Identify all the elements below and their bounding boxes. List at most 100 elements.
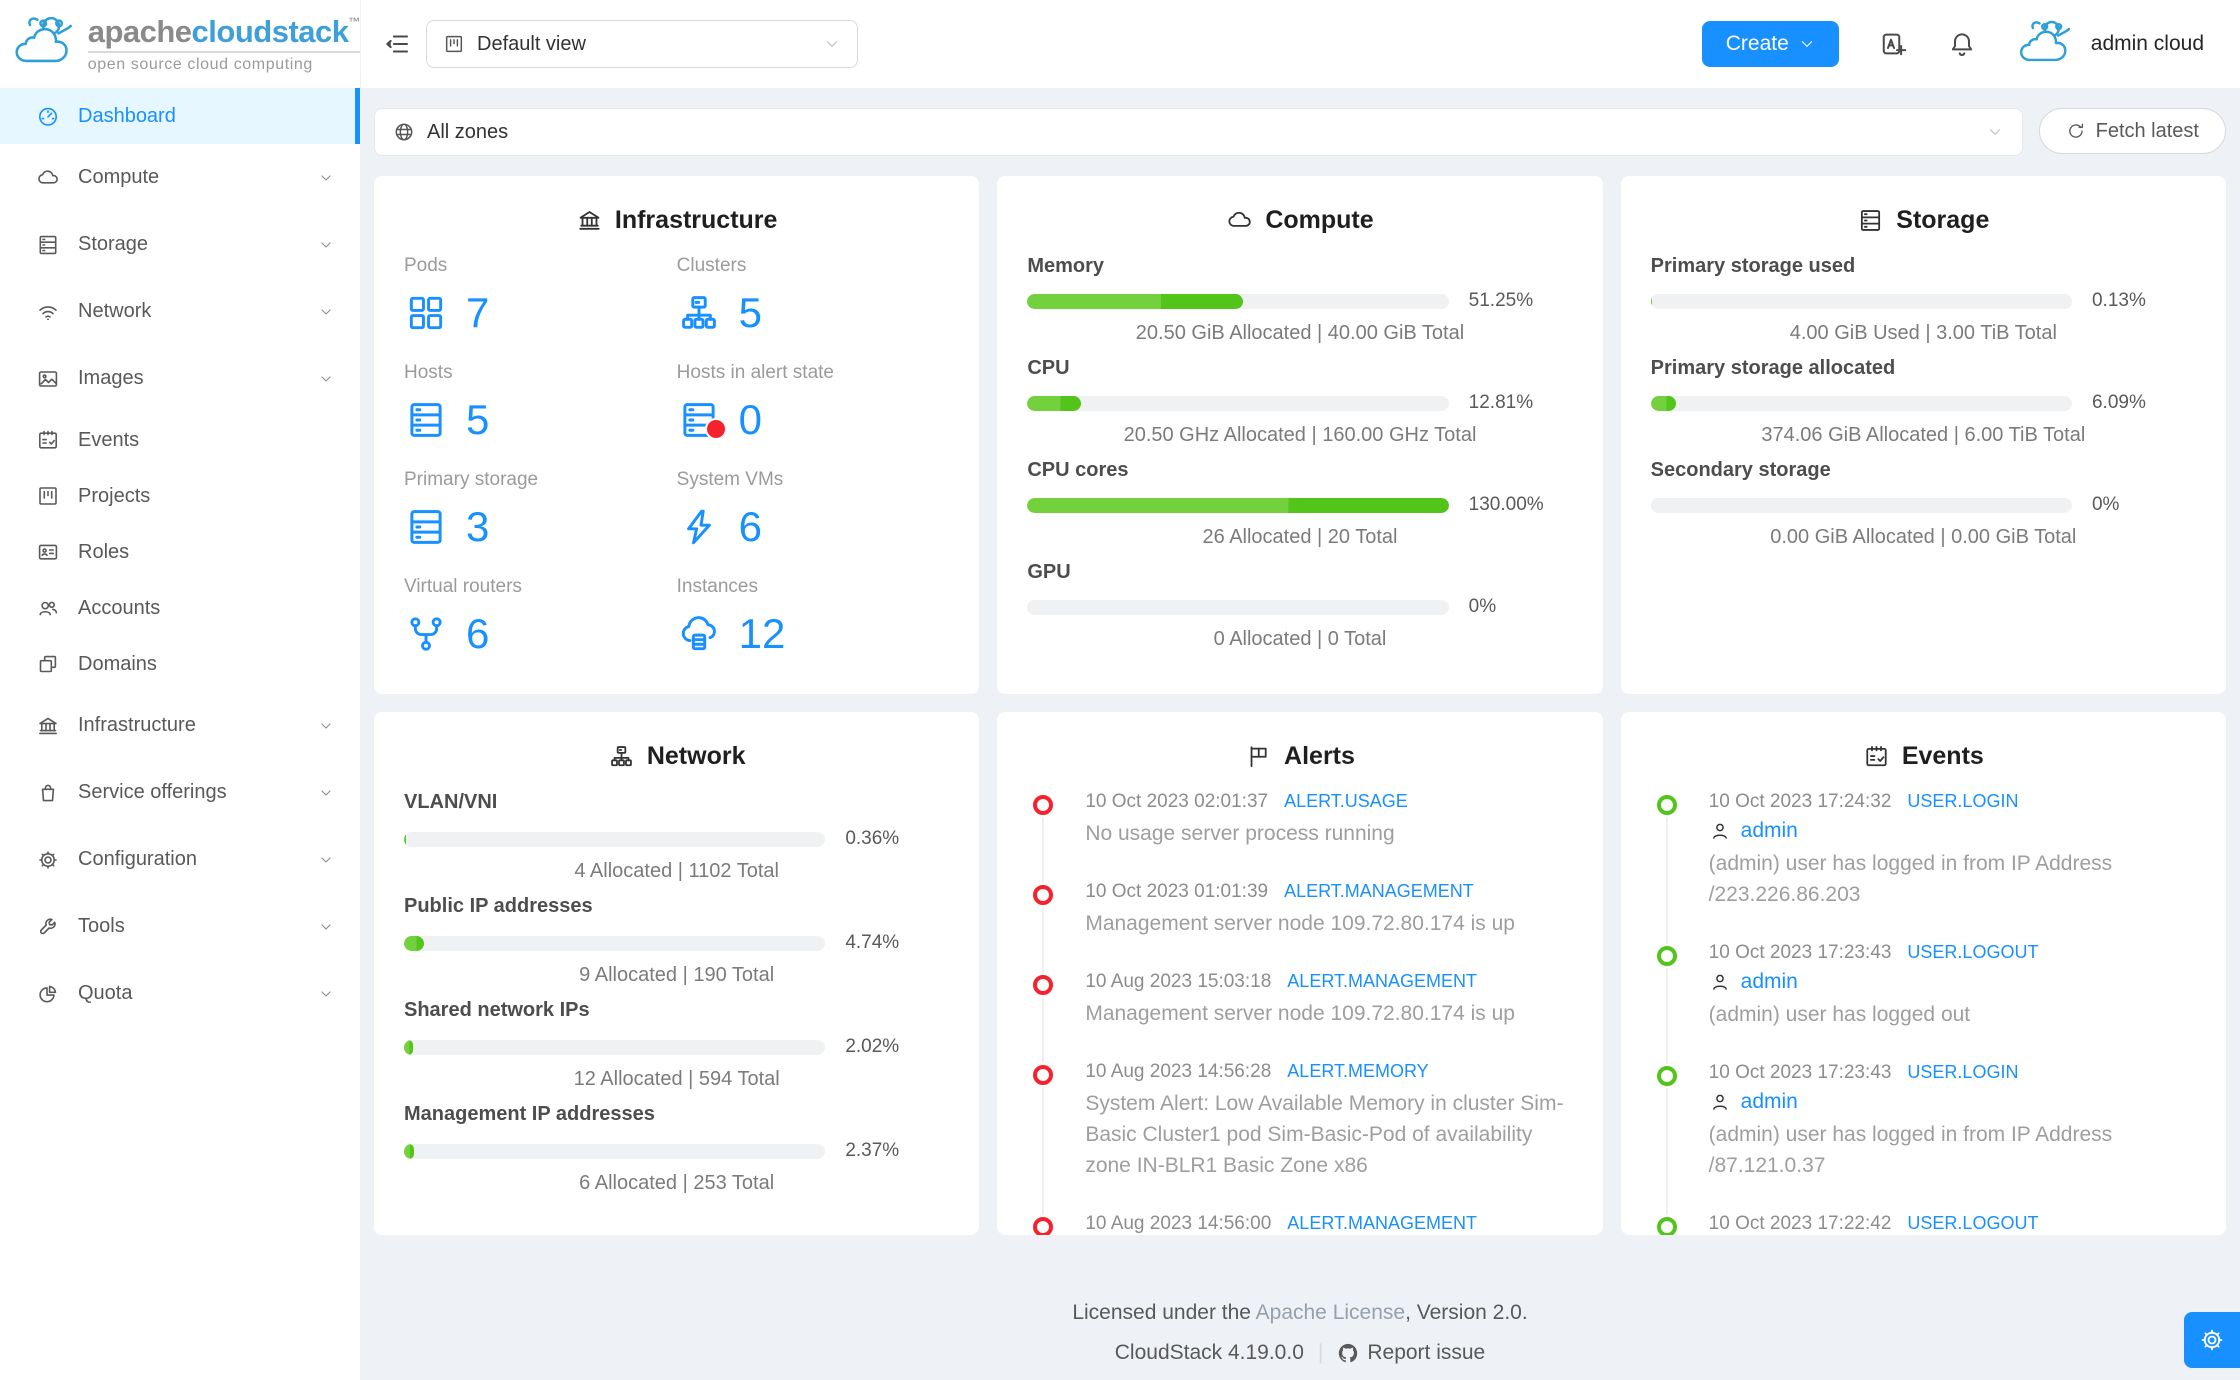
event-dot-icon xyxy=(1656,1217,1677,1235)
alert-type-link[interactable]: ALERT.MANAGEMENT xyxy=(1287,971,1477,991)
sidebar-item-label: Storage xyxy=(78,233,149,255)
compute-cpu-cores-section: CPU cores 130.00% 26 Allocated | 20 Tota… xyxy=(1027,459,1544,548)
sidebar-item-label: Accounts xyxy=(78,596,161,619)
zone-select[interactable]: All zones xyxy=(374,108,2023,156)
stat-virtual-routers-value[interactable]: 6 xyxy=(404,610,677,658)
event-type-link[interactable]: USER.LOGIN xyxy=(1907,1062,2018,1082)
event-user-link[interactable]: admin xyxy=(1741,970,1798,994)
alert-desc: Management server node 109.72.80.174 is … xyxy=(1085,912,1515,935)
alert-type-link[interactable]: ALERT.MANAGEMENT xyxy=(1287,1213,1477,1233)
sidebar-item-accounts[interactable]: Accounts xyxy=(0,580,360,636)
stat-virtual-routers: Virtual routers 6 xyxy=(404,576,677,683)
floating-settings-button[interactable] xyxy=(2184,1312,2240,1368)
version-line: CloudStack 4.19.0.0 | Report issue xyxy=(1114,1341,1486,1365)
stat-system-vms-value[interactable]: 6 xyxy=(677,503,950,551)
sidebar-item-tools[interactable]: Tools xyxy=(0,893,360,960)
block-icon xyxy=(39,655,57,673)
chevron-down-icon xyxy=(321,789,331,796)
stat-instances-value[interactable]: 12 xyxy=(677,610,950,658)
sidebar-item-compute[interactable]: Compute xyxy=(0,144,360,211)
sidebar-item-dashboard[interactable]: Dashboard xyxy=(0,88,360,144)
stat-primary-storage-value[interactable]: 3 xyxy=(404,503,677,551)
report-issue-link[interactable]: Report issue xyxy=(1337,1341,1485,1365)
infrastructure-card: Infrastructure Pods 7 Clusters 5 Hosts 5… xyxy=(374,176,980,694)
sidebar-item-label: Projects xyxy=(78,484,151,507)
calendar-check-icon xyxy=(38,430,57,449)
bell-icon[interactable] xyxy=(1947,29,1977,59)
progress-track xyxy=(404,1143,826,1159)
chevron-down-icon xyxy=(1989,129,2000,135)
progress-track xyxy=(1650,497,2072,513)
username: admin cloud xyxy=(2090,32,2204,55)
stat-hosts-alert-value[interactable]: 0 xyxy=(677,396,950,444)
stat-clusters-value[interactable]: 5 xyxy=(677,289,950,337)
fetch-latest-button[interactable]: Fetch latest xyxy=(2038,108,2226,154)
compute-card-title: Compute xyxy=(1027,206,1572,235)
sidebar-item-quota[interactable]: Quota xyxy=(0,960,360,1027)
event-item: 10 Oct 2023 17:22:42 USER.LOGOUT xyxy=(1656,1213,2196,1235)
progress-fill xyxy=(1650,395,1677,411)
menu-fold-icon[interactable] xyxy=(382,29,412,59)
event-time: 10 Oct 2023 17:23:43 xyxy=(1708,942,1892,963)
zone-select-value: All zones xyxy=(427,120,509,143)
sidebar-item-label: Roles xyxy=(78,540,130,563)
sidebar-menu: Dashboard Compute Storage Network Images… xyxy=(0,88,360,1027)
stat-hosts-value[interactable]: 5 xyxy=(404,396,677,444)
progress-fill xyxy=(1027,497,1449,513)
sidebar-item-infrastructure[interactable]: Infrastructure xyxy=(0,692,360,759)
view-select[interactable]: Default view xyxy=(426,20,858,68)
sidebar-item-network[interactable]: Network xyxy=(0,278,360,345)
alert-item: 10 Aug 2023 14:56:00 ALERT.MANAGEMENT xyxy=(1033,1213,1572,1235)
shopping-icon xyxy=(41,784,55,801)
alert-time: 10 Oct 2023 01:01:39 xyxy=(1085,881,1269,902)
sidebar-item-domains[interactable]: Domains xyxy=(0,636,360,692)
progress-track xyxy=(1650,395,2072,411)
chevron-down-icon xyxy=(321,375,331,382)
sidebar-item-configuration[interactable]: Configuration xyxy=(0,826,360,893)
chevron-down-icon xyxy=(321,923,331,930)
chevron-down-icon xyxy=(321,856,331,863)
compute-gpu-section: GPU 0% 0 Allocated | 0 Total xyxy=(1027,561,1497,650)
wrench-icon xyxy=(39,917,56,934)
stat-pods-value[interactable]: 7 xyxy=(404,289,677,337)
sidebar-item-events[interactable]: Events xyxy=(0,412,360,468)
event-type-link[interactable]: USER.LOGOUT xyxy=(1907,942,2038,962)
alert-item: 10 Aug 2023 15:03:18 ALERT.MANAGEMENT Man… xyxy=(1033,971,1572,1063)
sidebar-item-label: Network xyxy=(78,300,152,322)
alert-dot-icon xyxy=(1033,1065,1054,1085)
user-avatar[interactable] xyxy=(2013,14,2081,74)
event-dot-icon xyxy=(1656,1066,1677,1086)
progress-fill xyxy=(404,831,407,847)
event-time: 10 Oct 2023 17:23:43 xyxy=(1708,1062,1892,1083)
sidebar-item-roles[interactable]: Roles xyxy=(0,524,360,580)
event-user-link[interactable]: admin xyxy=(1741,1090,1798,1114)
sidebar-item-label: Infrastructure xyxy=(78,714,196,736)
progress-track xyxy=(1027,395,1449,411)
logo-subtitle: open source cloud computing xyxy=(87,50,360,73)
translate-icon[interactable] xyxy=(1879,29,1909,59)
flag-icon xyxy=(1250,746,1267,768)
alert-time: 10 Aug 2023 15:03:18 xyxy=(1085,971,1272,992)
event-user-link[interactable]: admin xyxy=(1741,819,1798,843)
alert-type-link[interactable]: ALERT.MANAGEMENT xyxy=(1284,881,1474,901)
event-type-link[interactable]: USER.LOGIN xyxy=(1907,791,2018,811)
progress-track xyxy=(1027,497,1449,513)
user-icon xyxy=(1712,823,1727,839)
sidebar-item-projects[interactable]: Projects xyxy=(0,468,360,524)
event-type-link[interactable]: USER.LOGOUT xyxy=(1907,1213,2038,1233)
network-vlan-section: VLAN/VNI 0.36% 4 Allocated | 1102 Total xyxy=(404,791,900,882)
apache-license-link[interactable]: Apache License xyxy=(1256,1301,1405,1324)
event-time: 10 Oct 2023 17:22:42 xyxy=(1708,1213,1892,1234)
calendar-check-icon xyxy=(1866,746,1887,767)
zone-bar: All zones Fetch latest xyxy=(374,108,2226,156)
events-card-title: Events xyxy=(1651,742,2196,771)
sidebar-item-images[interactable]: Images xyxy=(0,345,360,412)
sidebar-item-storage[interactable]: Storage xyxy=(0,211,360,278)
create-button[interactable]: Create xyxy=(1701,21,1839,67)
alert-type-link[interactable]: ALERT.USAGE xyxy=(1284,791,1408,811)
sidebar-item-service-offerings[interactable]: Service offerings xyxy=(0,759,360,826)
alert-type-link[interactable]: ALERT.MEMORY xyxy=(1287,1061,1428,1081)
chevron-down-icon xyxy=(321,722,331,729)
chevron-down-icon xyxy=(826,41,838,47)
user-icon xyxy=(1712,1094,1727,1110)
